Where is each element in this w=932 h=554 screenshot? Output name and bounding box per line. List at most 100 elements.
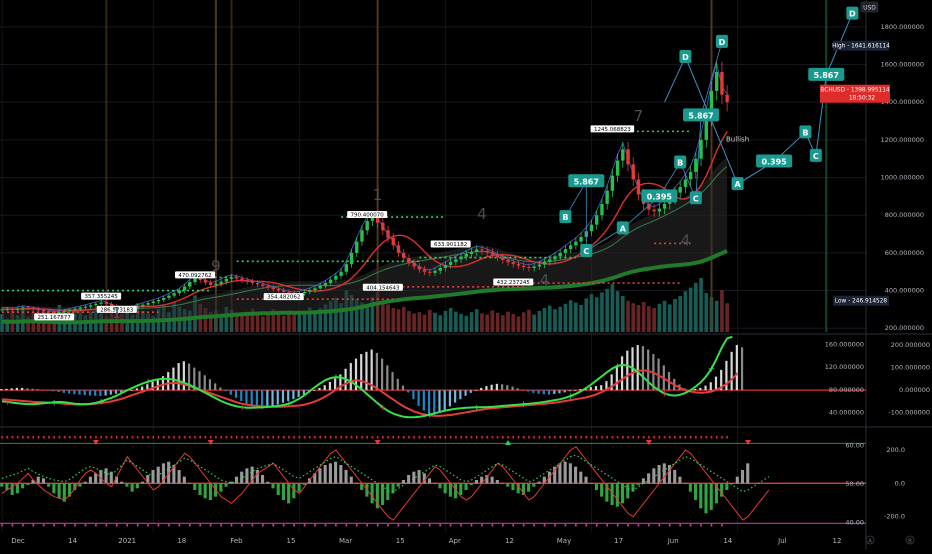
sequence-marker-bottom	[648, 524, 650, 527]
macd-histogram-bar	[224, 390, 227, 392]
volume-bar	[667, 304, 672, 332]
price-callout-text: 790.400070	[351, 213, 385, 219]
volume-bar	[438, 315, 443, 332]
macd-histogram-bar	[474, 390, 478, 391]
volume-bar	[381, 301, 385, 332]
volume-bar	[459, 314, 463, 332]
tradingview-chart[interactable]: 251.167877 357.355245 286.573183 470.092762…	[0, 0, 932, 550]
macd-histogram-bar	[547, 390, 551, 395]
oscillator-histogram-bar	[141, 481, 145, 484]
candle-body	[167, 295, 171, 298]
volume-bar	[652, 308, 656, 332]
volume-bar	[240, 315, 244, 332]
macd-histogram-bar	[10, 388, 13, 391]
bottom-icon-text: A	[868, 539, 872, 545]
wave-tag-text: D	[719, 38, 726, 47]
macd-histogram-bar	[443, 390, 446, 411]
chart-canvas[interactable]: 251.167877357.355245286.573183470.092762…	[0, 0, 932, 550]
candle-body	[214, 283, 218, 285]
macd-histogram-bar	[641, 346, 645, 391]
candle-body	[344, 264, 349, 272]
price-callout-text: 404.154643	[366, 285, 400, 291]
oscillator-histogram-bar	[500, 483, 505, 484]
volume-bar	[558, 306, 563, 332]
sequence-marker-top	[115, 436, 118, 439]
macd-histogram-bar	[574, 390, 577, 391]
sequence-marker-bottom	[522, 524, 525, 527]
time-tick-label: Apr	[449, 537, 461, 545]
sequence-marker-top	[272, 436, 275, 439]
candle-body	[78, 307, 82, 309]
oscillator-histogram-bar	[459, 483, 463, 495]
candle-body	[94, 303, 98, 306]
sequence-marker-bottom	[554, 524, 556, 527]
sequence-marker-bottom	[460, 524, 462, 527]
macd-histogram-bar	[328, 382, 332, 391]
candle-body	[219, 281, 223, 284]
candle-body	[715, 72, 719, 91]
macd-histogram-bar	[41, 389, 45, 391]
sequence-marker-bottom	[262, 524, 264, 527]
sequence-marker-top	[439, 436, 442, 439]
volume-bar	[297, 314, 302, 332]
macd-histogram-bar	[365, 351, 368, 391]
oscillator-histogram-bar	[297, 483, 301, 492]
oscillator-histogram-bar	[594, 483, 599, 490]
wave-count-number: 4	[681, 231, 691, 249]
sequence-marker-top	[366, 436, 368, 439]
candle-body	[615, 160, 620, 176]
macd-histogram-bar	[94, 390, 97, 396]
volume-bar	[714, 300, 719, 332]
candle-body	[31, 308, 35, 310]
sequence-marker-top	[668, 436, 671, 439]
candle-body	[360, 230, 364, 242]
oscillator-histogram-bar	[334, 461, 338, 484]
sequence-marker-top	[241, 436, 243, 439]
sequence-marker-top	[194, 436, 196, 439]
macd-histogram-bar	[709, 382, 712, 391]
macd-histogram-bar	[626, 350, 629, 391]
volume-bar	[474, 309, 479, 332]
macd-histogram-bar	[469, 390, 472, 393]
macd-histogram-bar	[78, 390, 81, 395]
sequence-marker-bottom	[95, 524, 97, 527]
oscillator-histogram-bar	[57, 483, 61, 499]
candle-body	[224, 278, 229, 282]
macd-cross-marker: +	[426, 411, 434, 421]
low-price-label-text: Low - 246.914528	[835, 299, 888, 305]
candle-body	[386, 230, 390, 238]
sequence-marker-top	[632, 436, 635, 439]
macd-cross-marker: +	[661, 389, 669, 399]
oscillator-histogram-bar	[412, 471, 416, 484]
candle-body	[177, 290, 182, 294]
oscillator-histogram-bar	[21, 483, 25, 489]
sequence-marker-bottom	[32, 524, 35, 527]
sequence-marker-top	[402, 436, 405, 439]
candle-body	[146, 302, 150, 305]
oscillator-histogram-bar	[558, 463, 562, 484]
macd-histogram-bar	[516, 388, 519, 391]
volume-bar	[662, 300, 667, 332]
macd-histogram-bar	[52, 390, 55, 392]
volume-bar	[678, 296, 683, 332]
macd-histogram-bar	[699, 387, 702, 391]
volume-bar	[610, 284, 615, 332]
oscillator-histogram-bar	[224, 483, 228, 487]
sequence-marker-top	[710, 436, 713, 439]
oscillator-histogram-bar	[740, 470, 745, 484]
macd-cross-marker: +	[285, 400, 293, 410]
volume-bar	[302, 311, 307, 332]
candle-body	[250, 281, 255, 284]
candle-body	[208, 282, 213, 285]
sequence-marker-bottom	[220, 524, 222, 527]
sequence-marker-top	[575, 436, 577, 439]
time-tick-label: 2021	[118, 537, 136, 545]
candle-body	[276, 289, 281, 291]
candle-body	[428, 271, 432, 273]
volume-bar	[276, 314, 281, 332]
candle-body	[662, 203, 667, 209]
volume-bar	[490, 310, 495, 332]
sequence-marker-top	[611, 436, 614, 439]
macd-histogram-bar	[490, 384, 493, 391]
sequence-marker-bottom	[616, 524, 619, 527]
